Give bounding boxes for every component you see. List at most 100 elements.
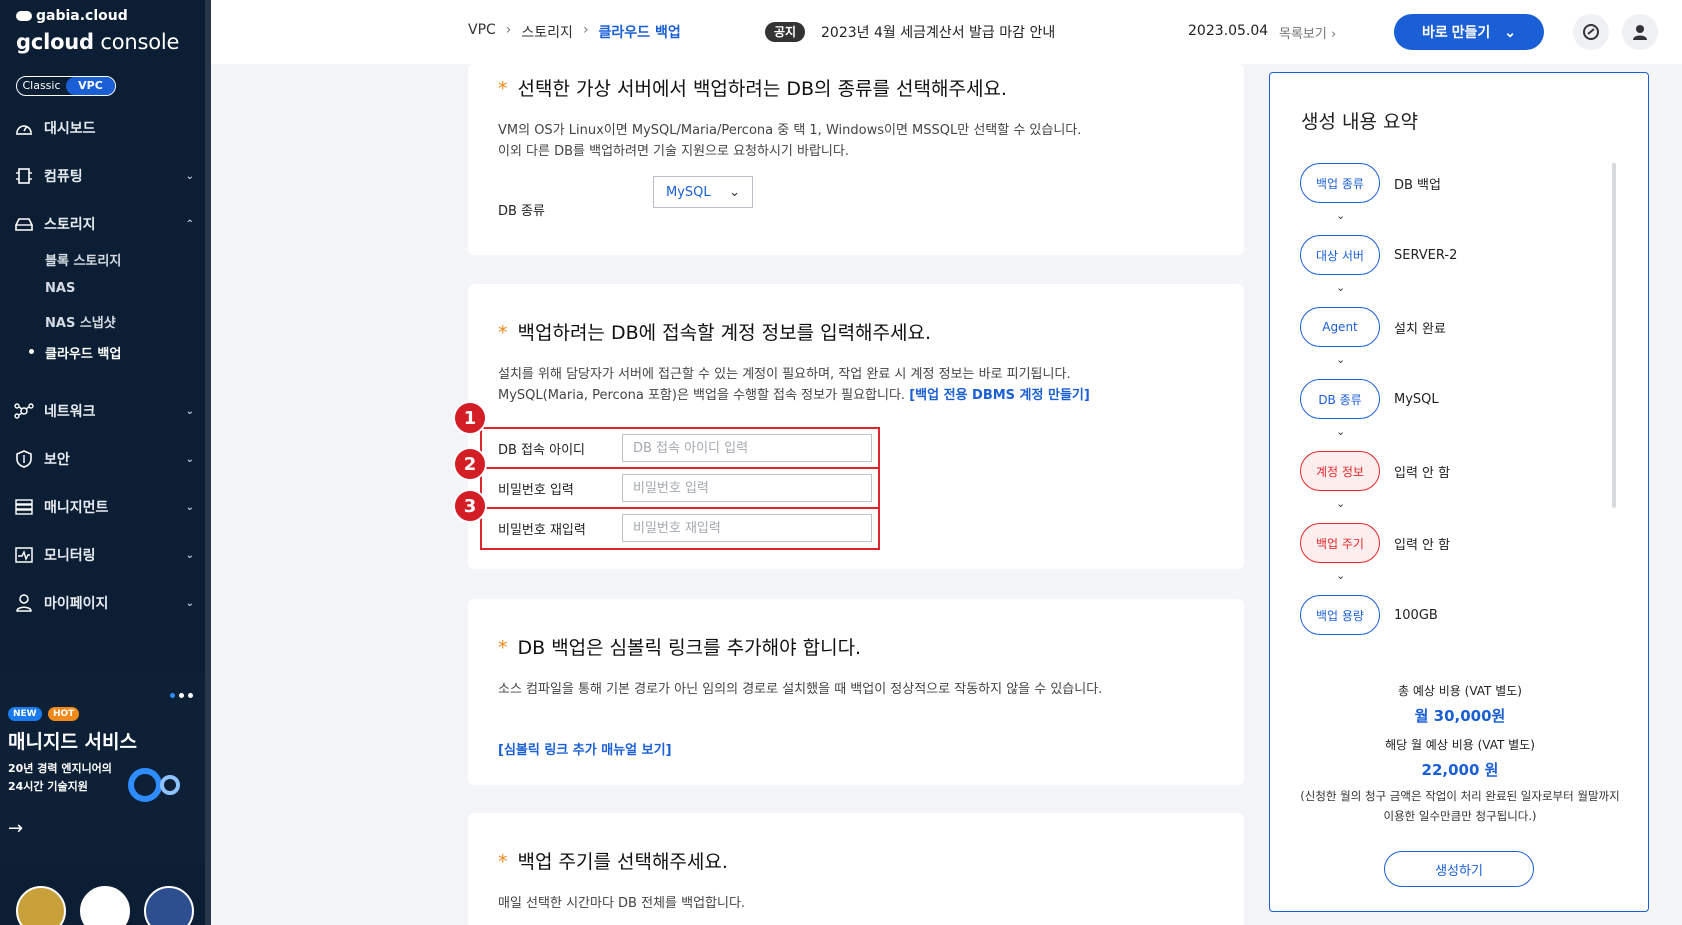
summary-step: Agent 설치 완료: [1300, 307, 1446, 347]
notice-text[interactable]: 2023년 4월 세금계산서 발급 마감 안내: [821, 22, 1055, 42]
summary-step: DB 종류 MySQL: [1300, 379, 1439, 419]
db-type-desc: VM의 OS가 Linux이면 MySQL/Maria/Percona 중 택 …: [498, 120, 1081, 162]
password-confirm-input[interactable]: [622, 514, 872, 542]
account-desc: 설치를 위해 담당자가 서버에 접근할 수 있는 계정이 필요하며, 작업 완료…: [498, 364, 1090, 406]
summary-step-label: 백업 종류: [1300, 163, 1380, 203]
chevron-down-icon: ⌄: [1336, 209, 1346, 222]
sidebar-item-block-storage[interactable]: 블록 스토리지: [45, 250, 121, 269]
password-input[interactable]: [622, 474, 872, 502]
summary-step-label: Agent: [1300, 307, 1380, 347]
create-dbms-account-link[interactable]: [백업 전용 DBMS 계정 만들기]: [909, 388, 1090, 403]
chevron-down-icon: ⌄: [1336, 353, 1346, 366]
arrow-right-icon[interactable]: →: [8, 818, 23, 839]
nav-storage[interactable]: 스토리지 ⌃: [14, 211, 194, 237]
db-type-select[interactable]: MySQL ⌄: [653, 176, 753, 208]
certification-seal-icon: [16, 886, 66, 925]
step-marker-2: 2: [453, 447, 487, 481]
required-star: *: [498, 851, 508, 873]
summary-step-value: DB 백업: [1394, 177, 1441, 193]
nav-security[interactable]: 보안 ⌄: [14, 446, 194, 472]
breadcrumb-vpc[interactable]: VPC: [468, 22, 496, 42]
summary-step: 백업 주기 입력 안 함: [1300, 523, 1450, 563]
chevron-down-icon: ⌄: [185, 453, 194, 465]
summary-step: 백업 용량 100GB: [1300, 595, 1438, 635]
month-cost-value: 22,000 원: [1421, 761, 1499, 779]
symlink-manual-link[interactable]: [심볼릭 링크 추가 매뉴얼 보기]: [498, 739, 672, 758]
required-star: *: [498, 637, 508, 659]
toggle-vpc[interactable]: VPC: [66, 77, 115, 95]
chevron-down-icon: ⌄: [1336, 425, 1346, 438]
summary-step-label: 백업 주기: [1300, 523, 1380, 563]
create-now-label: 바로 만들기: [1421, 24, 1491, 40]
db-id-row: DB 접속 아이디: [482, 429, 878, 467]
desc-text: MySQL(Maria, Percona 포함)은 백업을 수행할 접속 정보가…: [498, 388, 910, 403]
nav-management[interactable]: 매니지먼트 ⌄: [14, 494, 194, 520]
step-marker-3: 3: [453, 489, 487, 523]
nav-network[interactable]: 네트워크 ⌄: [14, 398, 194, 424]
console-title-bold: gcloud: [16, 30, 94, 54]
db-type-selected: MySQL: [666, 184, 711, 200]
sidebar: gabia.cloud gcloud console Classic VPC 대…: [0, 0, 211, 925]
chevron-down-icon: ⌄: [729, 184, 740, 200]
sidebar-item-nas[interactable]: NAS: [45, 281, 75, 296]
summary-step-label: DB 종류: [1300, 379, 1380, 419]
symlink-title: DB 백업은 심볼릭 링크를 추가해야 합니다.: [517, 637, 862, 659]
desc-line: 설치를 위해 담당자가 서버에 접근할 수 있는 계정이 필요하며, 작업 완료…: [498, 367, 1071, 382]
nav-monitoring-label: 모니터링: [44, 548, 96, 564]
breadcrumb-storage[interactable]: 스토리지: [521, 22, 573, 42]
account-title: 백업하려는 DB에 접속할 계정 정보를 입력해주세요.: [517, 322, 932, 344]
db-type-title: 선택한 가상 서버에서 백업하려는 DB의 종류를 선택해주세요.: [517, 78, 1007, 100]
breadcrumb-cloud-backup: 클라우드 백업: [598, 25, 681, 41]
shield-icon: [14, 450, 34, 468]
password-label: 비밀번호 입력: [498, 482, 574, 498]
nav-dashboard[interactable]: 대시보드: [14, 115, 194, 141]
new-badge: NEW: [8, 707, 42, 721]
notice-list-link[interactable]: 목록보기 ›: [1279, 23, 1336, 42]
chevron-down-icon: ⌄: [185, 549, 194, 561]
carousel-dots[interactable]: [170, 693, 193, 698]
chat-icon[interactable]: [1573, 14, 1609, 50]
password-confirm-row: 비밀번호 재입력: [482, 509, 878, 547]
desc-line: 이외 다른 DB를 백업하려면 기술 지원으로 요청하시기 바랍니다.: [498, 144, 849, 159]
promo-desc: 20년 경력 엔지니어의 24시간 기술지원: [8, 760, 128, 796]
summary-step-value: 입력 안 함: [1394, 537, 1451, 553]
chevron-down-icon: ⌄: [185, 170, 194, 182]
nav-computing[interactable]: 컴퓨팅 ⌄: [14, 163, 194, 189]
breadcrumb-separator: ›: [582, 22, 589, 38]
required-star: *: [498, 78, 508, 100]
sidebar-item-cloud-backup[interactable]: 클라우드 백업: [28, 343, 121, 362]
month-cost: 해당 월 예상 비용 (VAT 별도) 22,000 원: [1270, 736, 1650, 780]
create-now-button[interactable]: 바로 만들기 ⌄: [1394, 14, 1544, 50]
brand-logo[interactable]: gabia.cloud: [16, 8, 128, 24]
chevron-down-icon: ⌄: [185, 597, 194, 609]
summary-step-value: MySQL: [1394, 391, 1439, 407]
symlink-question: * DB 백업은 심볼릭 링크를 추가해야 합니다.: [498, 633, 861, 660]
user-avatar-icon[interactable]: [1622, 14, 1658, 50]
nav-computing-label: 컴퓨팅: [44, 169, 83, 185]
sidebar-item-nas-snapshot[interactable]: NAS 스냅샷: [45, 312, 116, 331]
sidebar-scrollbar[interactable]: [205, 0, 211, 925]
db-type-section: * 선택한 가상 서버에서 백업하려는 DB의 종류를 선택해주세요. VM의 O…: [468, 64, 1244, 255]
nav-dashboard-label: 대시보드: [44, 121, 96, 137]
summary-step-label: 대상 서버: [1300, 235, 1380, 275]
chevron-up-icon: ⌃: [185, 218, 194, 230]
summary-step: 백업 종류 DB 백업: [1300, 163, 1441, 203]
nav-monitoring[interactable]: 모니터링 ⌄: [14, 542, 194, 568]
console-title[interactable]: gcloud console: [16, 30, 179, 54]
toggle-classic[interactable]: Classic: [17, 77, 66, 95]
db-type-label: DB 종류: [498, 204, 545, 219]
chevron-down-icon: ⌄: [1504, 23, 1517, 40]
create-button[interactable]: 생성하기: [1384, 851, 1534, 887]
summary-step: 대상 서버 SERVER-2: [1300, 235, 1457, 275]
month-cost-label: 해당 월 예상 비용 (VAT 별도): [1385, 738, 1535, 752]
password-confirm-label: 비밀번호 재입력: [498, 522, 586, 538]
summary-step-value: 설치 완료: [1394, 321, 1446, 337]
db-id-input[interactable]: [622, 434, 872, 462]
account-question: * 백업하려는 DB에 접속할 계정 정보를 입력해주세요.: [498, 318, 931, 345]
nav-mypage[interactable]: 마이페이지 ⌄: [14, 590, 194, 616]
symlink-desc: 소스 컴파일을 통해 기본 경로가 아닌 임의의 경로로 설치했을 때 백업이 …: [498, 682, 1103, 697]
summary-title: 생성 내용 요약: [1301, 111, 1418, 133]
chevron-down-icon: ⌄: [185, 405, 194, 417]
classic-vpc-toggle[interactable]: Classic VPC: [16, 76, 116, 96]
summary-scrollbar[interactable]: [1612, 163, 1616, 508]
